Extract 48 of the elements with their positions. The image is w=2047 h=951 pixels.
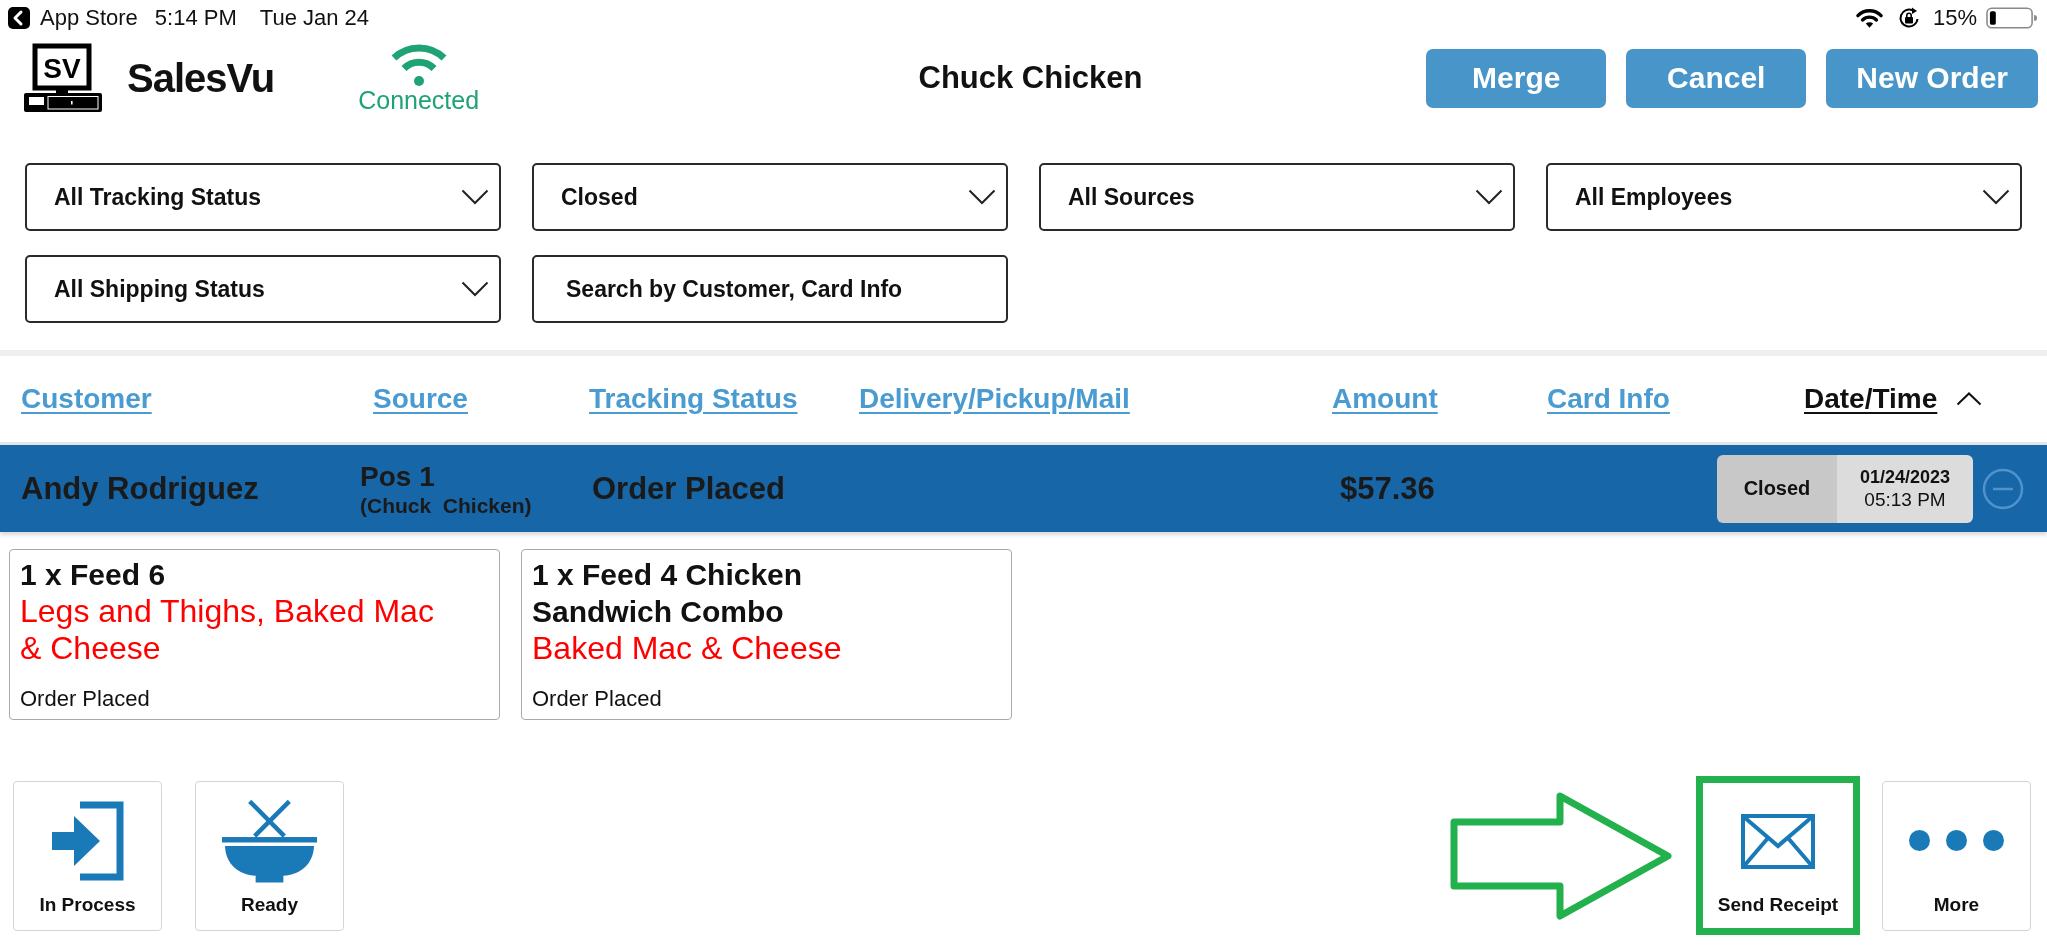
customer-cell-text: Andy Rodriguez (21, 470, 260, 507)
wifi-icon (1854, 7, 1884, 29)
order-date: 01/24/2023 (1859, 466, 1951, 488)
filter-dropdown[interactable]: All Tracking Status (25, 163, 501, 231)
battery-percent: 15% (1932, 5, 1977, 31)
item-modifiers: Baked Mac & Cheese (532, 630, 842, 667)
source-detail: (Chuck Chicken) (360, 493, 533, 518)
status-badge: Closed (1717, 454, 1837, 523)
filter-dropdown[interactable]: All Employees (1546, 163, 2022, 231)
enter-arrow-icon (51, 800, 124, 881)
chevron-down-icon (1982, 189, 2010, 205)
order-time: 05:13 PM (1864, 488, 1946, 511)
battery-icon (1986, 7, 2037, 29)
order-row[interactable]: Andy Rodriguez Pos 1 (Chuck Chicken) Order Placed $57.36 Closed 01/24/2023 05:13 PM (0, 445, 2047, 532)
amount-cell-text: $57.36 (1340, 470, 1436, 507)
logo: SV (23, 43, 103, 113)
status-date: Tue Jan 24 (259, 5, 370, 31)
item-name: 1 x Feed 6 (20, 557, 166, 593)
action-button[interactable]: Ready (195, 780, 344, 931)
sort-caret-icon (1956, 392, 1983, 406)
item-name: 1 x Feed 4 Chicken Sandwich Combo (532, 557, 804, 630)
chevron-down-icon (1475, 189, 1503, 205)
bowl-with-chopsticks-icon (221, 798, 318, 883)
chevron-down-icon (461, 281, 489, 297)
tracking-status-cell-text: Order Placed (592, 470, 786, 507)
item-modifiers: Legs and Thighs, Baked Mac & Cheese (20, 593, 435, 667)
item-status: Order Placed (20, 685, 150, 713)
three-dots-icon (1909, 830, 2004, 851)
chevron-down-icon (968, 189, 996, 205)
action-button[interactable]: Send Receipt (1696, 776, 1860, 935)
filter-dropdown[interactable]: Closed (532, 163, 1008, 231)
filter-dropdown[interactable]: All Shipping Status (25, 255, 501, 323)
item-status: Order Placed (532, 685, 662, 713)
page-title: Chuck Chicken (918, 60, 1143, 96)
back-icon (8, 7, 30, 29)
action-button[interactable]: In Process (13, 780, 162, 931)
status-time: 5:14 PM (154, 5, 237, 31)
chevron-down-icon (461, 189, 489, 205)
envelope-icon (1741, 814, 1815, 869)
minus-circle-icon[interactable] (1982, 467, 2024, 510)
column-header[interactable]: Date/Time (1804, 383, 1938, 415)
source-cell-text: Pos 1 (360, 459, 436, 494)
connection-status: Connected (358, 87, 480, 113)
search-field[interactable]: Search by Customer, Card Info (532, 255, 1008, 323)
brand-name: SalesVu (127, 55, 275, 101)
filter-dropdown[interactable]: All Sources (1039, 163, 1515, 231)
back-link[interactable]: App Store (40, 5, 138, 31)
action-button[interactable]: More (1882, 780, 2031, 931)
